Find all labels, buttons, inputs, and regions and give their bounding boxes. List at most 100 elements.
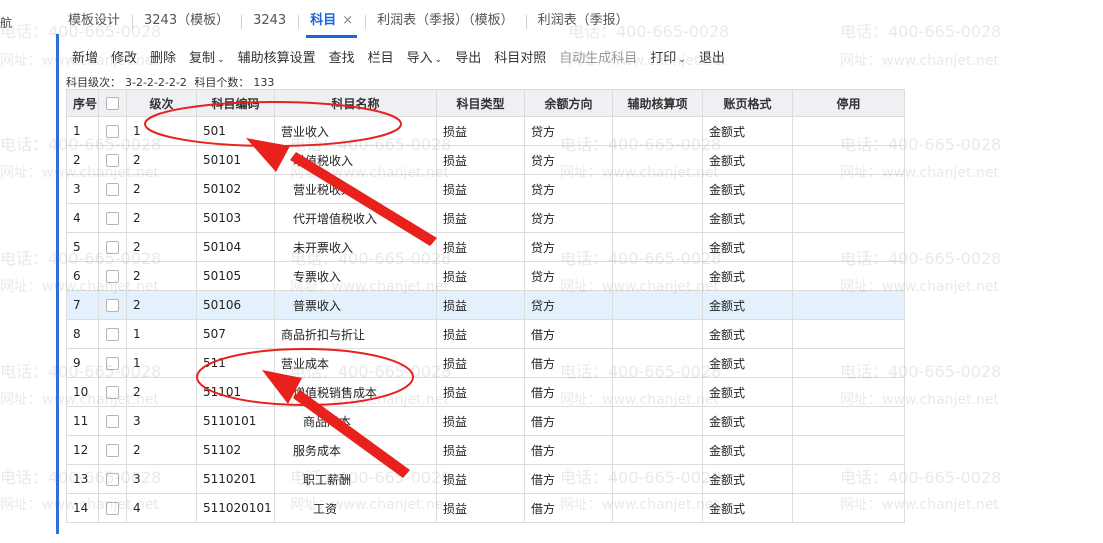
header-direction[interactable]: 余额方向 <box>524 89 613 117</box>
row-checkbox[interactable] <box>106 125 119 138</box>
header-select-all[interactable] <box>98 89 127 117</box>
direction-cell: 借方 <box>524 377 613 407</box>
close-icon[interactable]: × <box>342 13 353 28</box>
tab-3243[interactable]: 3243 <box>241 4 298 38</box>
row-checkbox[interactable] <box>106 502 119 515</box>
table-row[interactable]: 4 2 50103 代开增值税收入 损益 贷方 金额式 <box>66 203 905 233</box>
import-dropdown[interactable]: 导入 ⌄ <box>407 47 443 66</box>
row-checkbox[interactable] <box>106 154 119 167</box>
tab-profit-quarterly[interactable]: 利润表（季报） <box>525 4 641 38</box>
row-checkbox[interactable] <box>106 183 119 196</box>
type-cell: 损益 <box>436 145 525 175</box>
row-checkbox[interactable] <box>106 328 119 341</box>
row-checkbox-cell <box>98 348 127 378</box>
header-format[interactable]: 账页格式 <box>702 89 793 117</box>
export-button[interactable]: 导出 <box>455 47 481 66</box>
level-cell: 2 <box>126 290 197 320</box>
table-row[interactable]: 6 2 50105 专票收入 损益 贷方 金额式 <box>66 261 905 291</box>
row-checkbox[interactable] <box>106 444 119 457</box>
aux-settings-button[interactable]: 辅助核算设置 <box>238 47 316 66</box>
header-code[interactable]: 科目编码 <box>196 89 275 117</box>
type-cell: 损益 <box>436 116 525 146</box>
chevron-down-icon: ⌄ <box>434 54 443 65</box>
aux-cell <box>612 203 703 233</box>
format-cell: 金额式 <box>702 464 793 494</box>
edit-label: 修改 <box>111 50 138 66</box>
row-checkbox-cell <box>98 319 127 349</box>
table-row[interactable]: 12 2 51102 服务成本 损益 借方 金额式 <box>66 435 905 465</box>
code-cell: 501 <box>196 116 275 146</box>
tab-subjects[interactable]: 科目 × <box>298 4 365 38</box>
copy-dropdown[interactable]: 复制 ⌄ <box>189 47 225 66</box>
header-aux[interactable]: 辅助核算项 <box>612 89 703 117</box>
table-row[interactable]: 11 3 5110101 商品成本 损益 借方 金额式 <box>66 406 905 436</box>
row-checkbox[interactable] <box>106 415 119 428</box>
header-name[interactable]: 科目名称 <box>274 89 437 117</box>
row-checkbox[interactable] <box>106 473 119 486</box>
tab-profit-quarterly-template[interactable]: 利润表（季报）（模板） <box>365 4 526 38</box>
delete-button[interactable]: 删除 <box>150 47 176 66</box>
select-all-checkbox[interactable] <box>106 97 119 110</box>
row-checkbox-cell <box>98 145 127 175</box>
table-row[interactable]: 9 1 511 营业成本 损益 借方 金额式 <box>66 348 905 378</box>
table-row[interactable]: 1 1 501 营业收入 损益 贷方 金额式 <box>66 116 905 146</box>
type-cell: 损益 <box>436 203 525 233</box>
row-number: 13 <box>66 464 99 494</box>
columns-label: 栏目 <box>367 50 394 66</box>
type-cell: 损益 <box>436 435 525 465</box>
direction-cell: 贷方 <box>524 174 613 204</box>
row-checkbox[interactable] <box>106 299 119 312</box>
row-checkbox[interactable] <box>106 386 119 399</box>
table-row[interactable]: 10 2 51101 增值税销售成本 损益 借方 金额式 <box>66 377 905 407</box>
edit-button[interactable]: 修改 <box>111 47 137 66</box>
aux-cell <box>612 261 703 291</box>
row-number: 8 <box>66 319 99 349</box>
header-disabled[interactable]: 停用 <box>792 89 905 117</box>
table-row[interactable]: 14 4 511020101 工资 损益 借方 金额式 <box>66 493 905 523</box>
row-checkbox[interactable] <box>106 270 119 283</box>
add-button[interactable]: 新增 <box>72 47 98 66</box>
subject-table: 序号 级次 科目编码 科目名称 科目类型 余额方向 辅助核算项 账页格式 停用 … <box>66 89 905 523</box>
count-label: 科目个数： <box>194 76 250 89</box>
header-level[interactable]: 级次 <box>126 89 197 117</box>
level-cell: 2 <box>126 232 197 262</box>
tab-template-design[interactable]: 模板设计 <box>56 4 132 38</box>
table-row[interactable]: 5 2 50104 未开票收入 损益 贷方 金额式 <box>66 232 905 262</box>
find-button[interactable]: 查找 <box>329 47 355 66</box>
row-checkbox[interactable] <box>106 357 119 370</box>
header-type[interactable]: 科目类型 <box>436 89 525 117</box>
auto-generate-button[interactable]: 自动生成科目 <box>559 47 637 66</box>
level-cell: 4 <box>126 493 197 523</box>
print-dropdown[interactable]: 打印 ⌄ <box>650 47 686 66</box>
direction-cell: 贷方 <box>524 116 613 146</box>
table-row[interactable]: 13 3 5110201 职工薪酬 损益 借方 金额式 <box>66 464 905 494</box>
exit-button[interactable]: 退出 <box>699 47 725 66</box>
tab-label: 3243 <box>253 13 287 28</box>
watermark-phone: 电话：400-665-0028 <box>840 22 1002 41</box>
tab-bar: 模板设计 3243（模板） 3243 科目 × 利润表（季报）（模板） 利润表（季… <box>56 0 853 38</box>
table-row[interactable]: 7 2 50106 普票收入 损益 贷方 金额式 <box>66 290 905 320</box>
format-cell: 金额式 <box>702 174 793 204</box>
name-cell: 商品成本 <box>274 406 437 436</box>
disabled-cell <box>792 493 905 523</box>
disabled-cell <box>792 319 905 349</box>
subject-mapping-button[interactable]: 科目对照 <box>494 47 546 66</box>
type-cell: 损益 <box>436 493 525 523</box>
table-row[interactable]: 8 1 507 商品折扣与折让 损益 借方 金额式 <box>66 319 905 349</box>
disabled-cell <box>792 174 905 204</box>
table-row[interactable]: 2 2 50101 增值税收入 损益 贷方 金额式 <box>66 145 905 175</box>
table-header-row: 序号 级次 科目编码 科目名称 科目类型 余额方向 辅助核算项 账页格式 停用 <box>66 89 905 117</box>
header-no[interactable]: 序号 <box>66 89 99 117</box>
row-checkbox-cell <box>98 203 127 233</box>
tab-3243-template[interactable]: 3243（模板） <box>132 4 241 38</box>
disabled-cell <box>792 145 905 175</box>
code-cell: 511 <box>196 348 275 378</box>
level-cell: 2 <box>126 261 197 291</box>
row-checkbox[interactable] <box>106 212 119 225</box>
row-checkbox-cell <box>98 261 127 291</box>
code-cell: 50102 <box>196 174 275 204</box>
row-checkbox[interactable] <box>106 241 119 254</box>
table-row[interactable]: 3 2 50102 营业税收入 损益 贷方 金额式 <box>66 174 905 204</box>
toolbar: 新增 修改 删除 复制 ⌄ 辅助核算设置 查找 栏目 导入 ⌄ 导出 科目对照 自动… <box>72 41 738 71</box>
columns-button[interactable]: 栏目 <box>368 47 394 66</box>
